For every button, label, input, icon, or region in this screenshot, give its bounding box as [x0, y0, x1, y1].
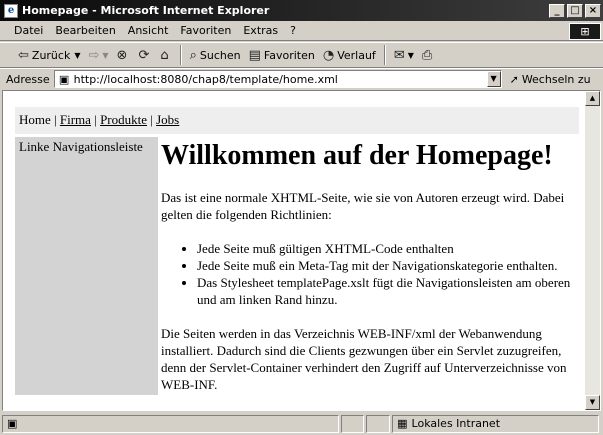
print-icon: ⎙ — [421, 47, 433, 63]
menu-favoriten[interactable]: Favoriten — [174, 24, 237, 37]
menu-ansicht[interactable]: Ansicht — [122, 24, 175, 37]
address-dropdown-button[interactable]: ▼ — [486, 71, 501, 87]
mail-dropdown-icon: ▼ — [407, 50, 414, 60]
list-item: Das Stylesheet templatePage.xslt fügt di… — [197, 274, 581, 308]
scroll-up-button[interactable]: ▲ — [585, 91, 600, 106]
forward-button[interactable]: ⇨ ▼ — [84, 44, 112, 66]
nav-link-home[interactable]: Home — [19, 112, 51, 127]
status-main: ▣ — [2, 414, 339, 433]
status-cell — [366, 414, 391, 433]
forward-arrow-icon: ⇨ — [88, 47, 100, 63]
browser-viewport: Home | Firma | Produkte | Jobs Linke Nav… — [2, 90, 601, 411]
toolbar-separator — [383, 45, 386, 65]
left-navigation: Linke Navigationsleiste — [15, 137, 158, 395]
left-navigation-label: Linke Navigationsleiste — [19, 139, 143, 154]
print-button[interactable]: ⎙ — [418, 44, 439, 66]
history-button[interactable]: ◔ Verlauf — [319, 44, 380, 66]
refresh-icon: ⟳ — [138, 47, 150, 63]
ie-icon: e — [4, 3, 18, 18]
mail-icon: ✉ — [393, 47, 405, 63]
top-navigation: Home | Firma | Produkte | Jobs — [15, 107, 579, 134]
home-icon: ⌂ — [160, 47, 169, 63]
status-zone: ▦ Lokales Intranet — [392, 414, 599, 433]
menu-help[interactable]: ? — [284, 24, 302, 37]
nav-separator: | — [147, 112, 157, 127]
intranet-icon: ▦ — [397, 417, 408, 430]
window-title: Homepage - Microsoft Internet Explorer — [22, 4, 270, 17]
list-item: Jede Seite muß ein Meta-Tag mit der Navi… — [197, 257, 581, 274]
go-arrow-icon: ➚ — [509, 72, 519, 86]
address-bar: Adresse ▣ http://localhost:8080/chap8/te… — [0, 68, 603, 89]
home-button[interactable]: ⌂ — [156, 44, 175, 66]
status-cell — [340, 414, 365, 433]
refresh-button[interactable]: ⟳ — [134, 44, 156, 66]
list-item: Jede Seite muß gültigen XHTML-Code entha… — [197, 240, 581, 257]
page-heading: Willkommen auf der Homepage! — [161, 140, 553, 171]
vertical-scrollbar[interactable]: ▲ ▼ — [585, 91, 600, 410]
menu-bearbeiten[interactable]: Bearbeiten — [49, 24, 121, 37]
stop-button[interactable]: ⊗ — [113, 44, 135, 66]
nav-link-firma[interactable]: Firma — [60, 112, 91, 127]
history-icon: ◔ — [322, 47, 335, 63]
maximize-button[interactable]: □ — [567, 3, 583, 18]
status-bar: ▣ ▦ Lokales Intranet — [0, 412, 603, 435]
go-button[interactable]: ➚ Wechseln zu — [510, 73, 591, 86]
back-dropdown-icon[interactable]: ▼ — [74, 51, 80, 60]
intro-paragraph: Das ist eine normale XHTML-Seite, wie si… — [161, 190, 565, 222]
windows-logo-icon: ⊞ — [569, 23, 601, 40]
nav-link-produkte[interactable]: Produkte — [100, 112, 147, 127]
rules-list: Jede Seite muß gültigen XHTML-Code entha… — [197, 240, 581, 308]
page-icon: ▣ — [58, 72, 70, 86]
outro-paragraph: Die Seiten werden in das Verzeichnis WEB… — [161, 326, 567, 392]
nav-separator: | — [90, 112, 101, 127]
search-button[interactable]: ⌕ Suchen — [186, 44, 245, 66]
favorites-icon: ▤ — [248, 47, 261, 63]
menu-extras[interactable]: Extras — [237, 24, 284, 37]
address-label: Adresse — [6, 72, 50, 86]
back-button[interactable]: ⇦ Zurück ▼ — [14, 44, 84, 66]
title-bar: e Homepage - Microsoft Internet Explorer… — [0, 0, 603, 21]
main-content: Willkommen auf der Homepage! Das ist ein… — [161, 137, 581, 410]
back-arrow-icon: ⇦ — [18, 47, 29, 63]
close-button[interactable]: × — [585, 3, 601, 18]
nav-separator: | — [50, 112, 60, 127]
stop-icon: ⊗ — [116, 47, 128, 63]
search-icon: ⌕ — [189, 47, 197, 63]
menu-bar: Datei Bearbeiten Ansicht Favoriten Extra… — [0, 21, 603, 41]
scroll-down-button[interactable]: ▼ — [585, 395, 600, 410]
standard-toolbar: ⇦ Zurück ▼ ⇨ ▼ ⊗ ⟳ ⌂ ⌕ Suchen ▤ Favoriten ◔ Ve… — [0, 42, 603, 68]
forward-dropdown-icon: ▼ — [102, 50, 109, 60]
menu-datei[interactable]: Datei — [8, 24, 49, 37]
toolbar-separator — [179, 45, 182, 65]
address-input[interactable]: ▣ http://localhost:8080/chap8/template/h… — [53, 70, 502, 88]
page-status-icon: ▣ — [7, 417, 18, 430]
page-content: Home | Firma | Produkte | Jobs Linke Nav… — [3, 91, 585, 410]
mail-button[interactable]: ✉ ▼ — [390, 44, 418, 66]
nav-link-jobs[interactable]: Jobs — [156, 112, 179, 127]
minimize-button[interactable]: _ — [549, 3, 565, 18]
favorites-button[interactable]: ▤ Favoriten — [245, 44, 319, 66]
address-url[interactable]: http://localhost:8080/chap8/template/hom… — [74, 73, 338, 86]
